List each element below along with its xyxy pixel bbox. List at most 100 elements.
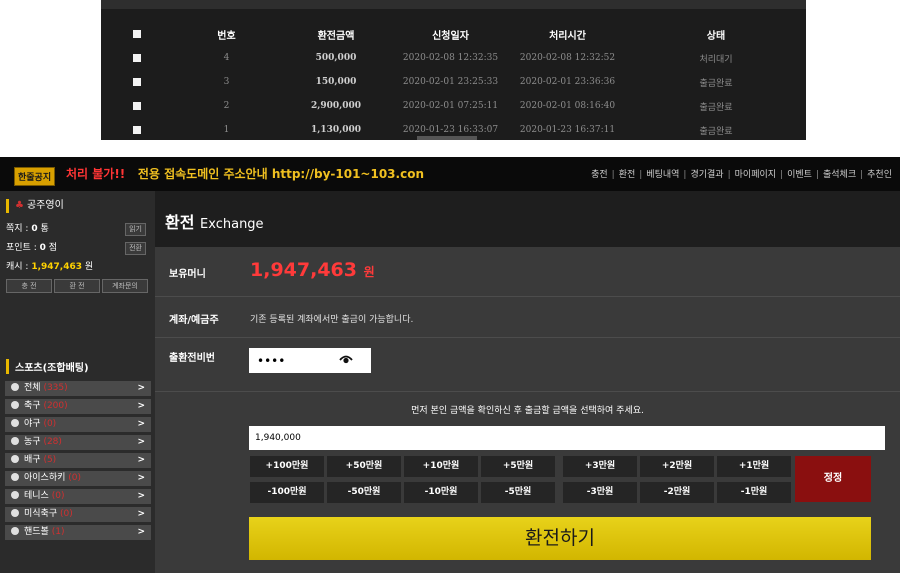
account-row: 계좌/예금주 기존 등록된 계좌에서만 출금이 가능합니다. — [155, 297, 900, 338]
sports-item-baseball[interactable]: 야구 (0) > — [5, 417, 151, 435]
football-icon — [11, 509, 19, 517]
amount-input[interactable] — [249, 426, 885, 450]
add-2-button[interactable]: +2만원 — [640, 456, 714, 477]
chevron-right-icon: > — [137, 419, 145, 429]
user-action-buttons: 충 전 환 전 계좌문의 — [6, 279, 148, 293]
charge-button[interactable]: 충 전 — [6, 279, 52, 293]
sub-50-button[interactable]: -50만원 — [327, 482, 401, 503]
row-no: 3 — [223, 77, 230, 87]
note-row: 쪽지 : 0 통 읽기 — [6, 220, 148, 239]
submit-exchange-button[interactable]: 환전하기 — [249, 517, 871, 560]
eye-icon[interactable] — [339, 354, 353, 364]
add-10-button[interactable]: +10만원 — [404, 456, 478, 477]
add-3-button[interactable]: +3만원 — [563, 456, 637, 477]
soccer-ball-icon — [11, 401, 19, 409]
nav-link-bet-history[interactable]: 베팅내역 — [646, 170, 679, 180]
user-name-row: ♣ 공주영이 — [6, 199, 148, 213]
row-no: 1 — [223, 125, 230, 135]
sports-item-basketball[interactable]: 농구 (28) > — [5, 435, 151, 453]
password-field[interactable] — [249, 348, 371, 373]
nav-link-charge[interactable]: 충전 — [591, 170, 608, 180]
trophy-icon — [11, 383, 19, 391]
nav-link-results[interactable]: 경기결과 — [690, 170, 723, 180]
add-50-button[interactable]: +50만원 — [327, 456, 401, 477]
user-info-box: ♣ 공주영이 쪽지 : 0 통 읽기 포인트 : 0 점 전환 캐시 : 1,947,… — [6, 199, 148, 293]
amount-area: 먼저 본인 금액을 확인하신 후 출금할 금액을 선택하여 주세요. +100만… — [155, 392, 900, 573]
reset-button[interactable]: 정정 — [795, 456, 871, 502]
chevron-right-icon: > — [137, 383, 145, 393]
basketball-icon — [11, 437, 19, 445]
row-checkbox[interactable] — [101, 118, 173, 142]
sports-item-all[interactable]: 전체 (335) > — [5, 381, 151, 399]
sports-item-american-football[interactable]: 미식축구 (0) > — [5, 507, 151, 525]
chevron-right-icon: > — [137, 527, 145, 537]
point-row: 포인트 : 0 점 전환 — [6, 239, 148, 258]
row-amount: 1,130,000 — [310, 125, 362, 135]
sub-2-button[interactable]: -2만원 — [640, 482, 714, 503]
read-notes-button[interactable]: 읽기 — [125, 223, 146, 236]
sub-5-button[interactable]: -5만원 — [481, 482, 555, 503]
row-amount: 150,000 — [315, 77, 357, 87]
exchange-button[interactable]: 환 전 — [54, 279, 100, 293]
password-row: 출환전비번 — [155, 338, 900, 392]
user-level-icon: ♣ — [15, 200, 24, 211]
column-header-status: 상태 — [706, 30, 726, 42]
user-name: 공주영이 — [26, 200, 64, 211]
account-inquiry-button[interactable]: 계좌문의 — [102, 279, 148, 293]
row-checkbox[interactable] — [101, 46, 173, 70]
table-row: 2 2,900,000 2020-02-01 07:25:11 2020-02-… — [101, 94, 806, 118]
horizontal-scrollbar[interactable] — [417, 136, 477, 140]
add-100-button[interactable]: +100만원 — [250, 456, 324, 477]
sub-1-button[interactable]: -1만원 — [717, 482, 791, 503]
column-header-processed: 처리시간 — [549, 30, 586, 42]
nav-link-referral[interactable]: 추천인 — [867, 170, 892, 180]
row-processed: 2020-02-01 23:36:36 — [519, 77, 616, 87]
row-status: 출금완료 — [699, 78, 733, 89]
page-title-en: Exchange — [200, 217, 264, 232]
sports-item-tennis[interactable]: 테니스 (0) > — [5, 489, 151, 507]
sidebar: ♣ 공주영이 쪽지 : 0 통 읽기 포인트 : 0 점 전환 캐시 : 1,947,… — [0, 191, 155, 573]
sports-item-icehockey[interactable]: 아이스하키 (0) > — [5, 471, 151, 489]
row-processed: 2020-02-01 08:16:40 — [519, 101, 616, 111]
sub-10-button[interactable]: -10만원 — [404, 482, 478, 503]
add-1-button[interactable]: +1만원 — [717, 456, 791, 477]
sports-item-soccer[interactable]: 축구 (200) > — [5, 399, 151, 417]
exchange-panel: 환전 Exchange 보유머니 1,947,463 원 계좌/예금주 기존 등… — [155, 191, 900, 573]
notice-message: 처리 불가!! 전용 접속도메인 주소안내 http://by-101~103.… — [66, 165, 424, 182]
row-requested: 2020-02-08 12:32:35 — [402, 53, 499, 63]
sub-3-button[interactable]: -3만원 — [563, 482, 637, 503]
nav-link-attendance[interactable]: 출석체크 — [823, 170, 856, 180]
notice-ticker: 한줄공지 처리 불가!! 전용 접속도메인 주소안내 http://by-101… — [0, 157, 900, 191]
amount-guide: 먼저 본인 금액을 확인하신 후 출금할 금액을 선택하여 주세요. — [411, 406, 644, 416]
select-all-checkbox[interactable] — [101, 22, 173, 46]
notice-badge: 한줄공지 — [14, 167, 56, 186]
password-input[interactable] — [255, 348, 329, 373]
nav-link-event[interactable]: 이벤트 — [787, 170, 812, 180]
table-header-row: 번호 환전금액 신청일자 처리시간 상태 — [101, 22, 806, 46]
row-amount: 500,000 — [315, 53, 357, 63]
history-top-bar — [101, 0, 806, 9]
password-label: 출환전비번 — [169, 353, 215, 364]
sports-item-handball[interactable]: 핸드볼 (1) > — [5, 525, 151, 543]
table-row: 3 150,000 2020-02-01 23:25:33 2020-02-01… — [101, 70, 806, 94]
tennis-ball-icon — [11, 491, 19, 499]
convert-points-button[interactable]: 전환 — [125, 242, 146, 255]
balance-label: 보유머니 — [169, 269, 206, 280]
account-note: 기존 등록된 계좌에서만 출금이 가능합니다. — [250, 315, 414, 325]
nav-link-mypage[interactable]: 마이페이지 — [735, 170, 776, 180]
nav-link-exchange[interactable]: 환전 — [619, 170, 636, 180]
cash-value: 1,947,463 — [31, 262, 83, 272]
add-5-button[interactable]: +5만원 — [481, 456, 555, 477]
sports-item-volleyball[interactable]: 배구 (5) > — [5, 453, 151, 471]
exchange-history-table: 번호 환전금액 신청일자 처리시간 상태 4 500,000 2020-02-0… — [101, 22, 806, 142]
notice-message-domain: 전용 접속도메인 주소안내 http://by-101~103.con — [137, 167, 424, 181]
row-requested: 2020-02-01 23:25:33 — [402, 77, 499, 87]
row-checkbox[interactable] — [101, 94, 173, 118]
chevron-right-icon: > — [137, 509, 145, 519]
row-status: 출금완료 — [699, 102, 733, 113]
row-checkbox[interactable] — [101, 70, 173, 94]
chevron-right-icon: > — [137, 401, 145, 411]
top-nav: 충전 | 환전 | 베팅내역 | 경기결과 | 마이페이지 | 이벤트 | 출석체크 | 추천인 — [591, 170, 892, 180]
sub-100-button[interactable]: -100만원 — [250, 482, 324, 503]
chevron-right-icon: > — [137, 437, 145, 447]
